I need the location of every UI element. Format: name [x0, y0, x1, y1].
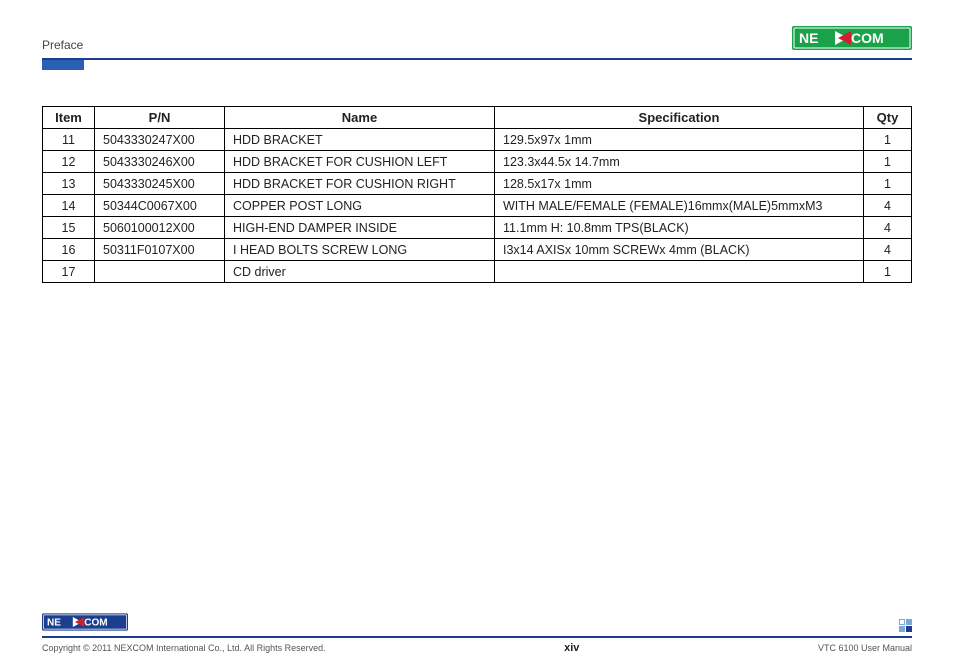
svg-text:NE: NE — [799, 30, 818, 46]
cell-qty: 1 — [864, 261, 912, 283]
doc-title: VTC 6100 User Manual — [818, 643, 912, 653]
col-header-spec: Specification — [495, 107, 864, 129]
col-header-item: Item — [43, 107, 95, 129]
cell-qty: 1 — [864, 151, 912, 173]
cell-qty: 4 — [864, 239, 912, 261]
parts-table: Item P/N Name Specification Qty 11504333… — [42, 106, 912, 283]
cell-pn: 5060100012X00 — [95, 217, 225, 239]
cell-pn: 50344C0067X00 — [95, 195, 225, 217]
copyright-text: Copyright © 2011 NEXCOM International Co… — [42, 643, 326, 653]
cell-spec: WITH MALE/FEMALE (FEMALE)16mmx(MALE)5mmx… — [495, 195, 864, 217]
cell-name: COPPER POST LONG — [225, 195, 495, 217]
footer-divider — [42, 636, 912, 638]
cell-qty: 1 — [864, 129, 912, 151]
parts-table-body: 115043330247X00HDD BRACKET129.5x97x 1mm1… — [43, 129, 912, 283]
cell-name: CD driver — [225, 261, 495, 283]
cell-qty: 1 — [864, 173, 912, 195]
header-tab-stub — [42, 60, 84, 70]
col-header-pn: P/N — [95, 107, 225, 129]
cell-spec — [495, 261, 864, 283]
svg-text:COM: COM — [84, 618, 107, 629]
cell-item: 15 — [43, 217, 95, 239]
page-header: Preface NE COM — [42, 24, 912, 52]
cell-name: I HEAD BOLTS SCREW LONG — [225, 239, 495, 261]
svg-text:NE: NE — [47, 618, 61, 629]
header-divider — [42, 58, 912, 60]
table-row: 1650311F0107X00I HEAD BOLTS SCREW LONGI3… — [43, 239, 912, 261]
nexcom-logo-bottom: NE COM — [42, 612, 128, 632]
table-row: 155060100012X00HIGH-END DAMPER INSIDE11.… — [43, 217, 912, 239]
cell-name: HDD BRACKET — [225, 129, 495, 151]
cell-spec: 11.1mm H: 10.8mm TPS(BLACK) — [495, 217, 864, 239]
cell-pn: 5043330245X00 — [95, 173, 225, 195]
table-row: 135043330245X00HDD BRACKET FOR CUSHION R… — [43, 173, 912, 195]
section-label: Preface — [42, 38, 83, 52]
cell-pn: 5043330247X00 — [95, 129, 225, 151]
cell-qty: 4 — [864, 217, 912, 239]
cell-name: HIGH-END DAMPER INSIDE — [225, 217, 495, 239]
cell-item: 16 — [43, 239, 95, 261]
cell-pn: 5043330246X00 — [95, 151, 225, 173]
cell-pn: 50311F0107X00 — [95, 239, 225, 261]
table-row: 17 CD driver 1 — [43, 261, 912, 283]
cell-spec: 129.5x97x 1mm — [495, 129, 864, 151]
cell-spec: 128.5x17x 1mm — [495, 173, 864, 195]
cell-spec: I3x14 AXISx 10mm SCREWx 4mm (BLACK) — [495, 239, 864, 261]
cell-pn — [95, 261, 225, 283]
cell-item: 13 — [43, 173, 95, 195]
cell-name: HDD BRACKET FOR CUSHION LEFT — [225, 151, 495, 173]
table-row: 115043330247X00HDD BRACKET129.5x97x 1mm1 — [43, 129, 912, 151]
cell-spec: 123.3x44.5x 14.7mm — [495, 151, 864, 173]
cell-item: 12 — [43, 151, 95, 173]
page-footer: NE COM Copyright © 2011 NEXCOM Internati… — [42, 612, 912, 654]
table-row: 1450344C0067X00COPPER POST LONGWITH MALE… — [43, 195, 912, 217]
page-number: xiv — [564, 642, 579, 654]
cell-item: 11 — [43, 129, 95, 151]
svg-text:COM: COM — [851, 30, 884, 46]
cell-item: 17 — [43, 261, 95, 283]
nexcom-logo-top: NE COM — [792, 24, 912, 52]
table-row: 125043330246X00HDD BRACKET FOR CUSHION L… — [43, 151, 912, 173]
table-header-row: Item P/N Name Specification Qty — [43, 107, 912, 129]
col-header-qty: Qty — [864, 107, 912, 129]
cell-qty: 4 — [864, 195, 912, 217]
footer-ornament-icon — [899, 619, 912, 632]
cell-name: HDD BRACKET FOR CUSHION RIGHT — [225, 173, 495, 195]
col-header-name: Name — [225, 107, 495, 129]
cell-item: 14 — [43, 195, 95, 217]
